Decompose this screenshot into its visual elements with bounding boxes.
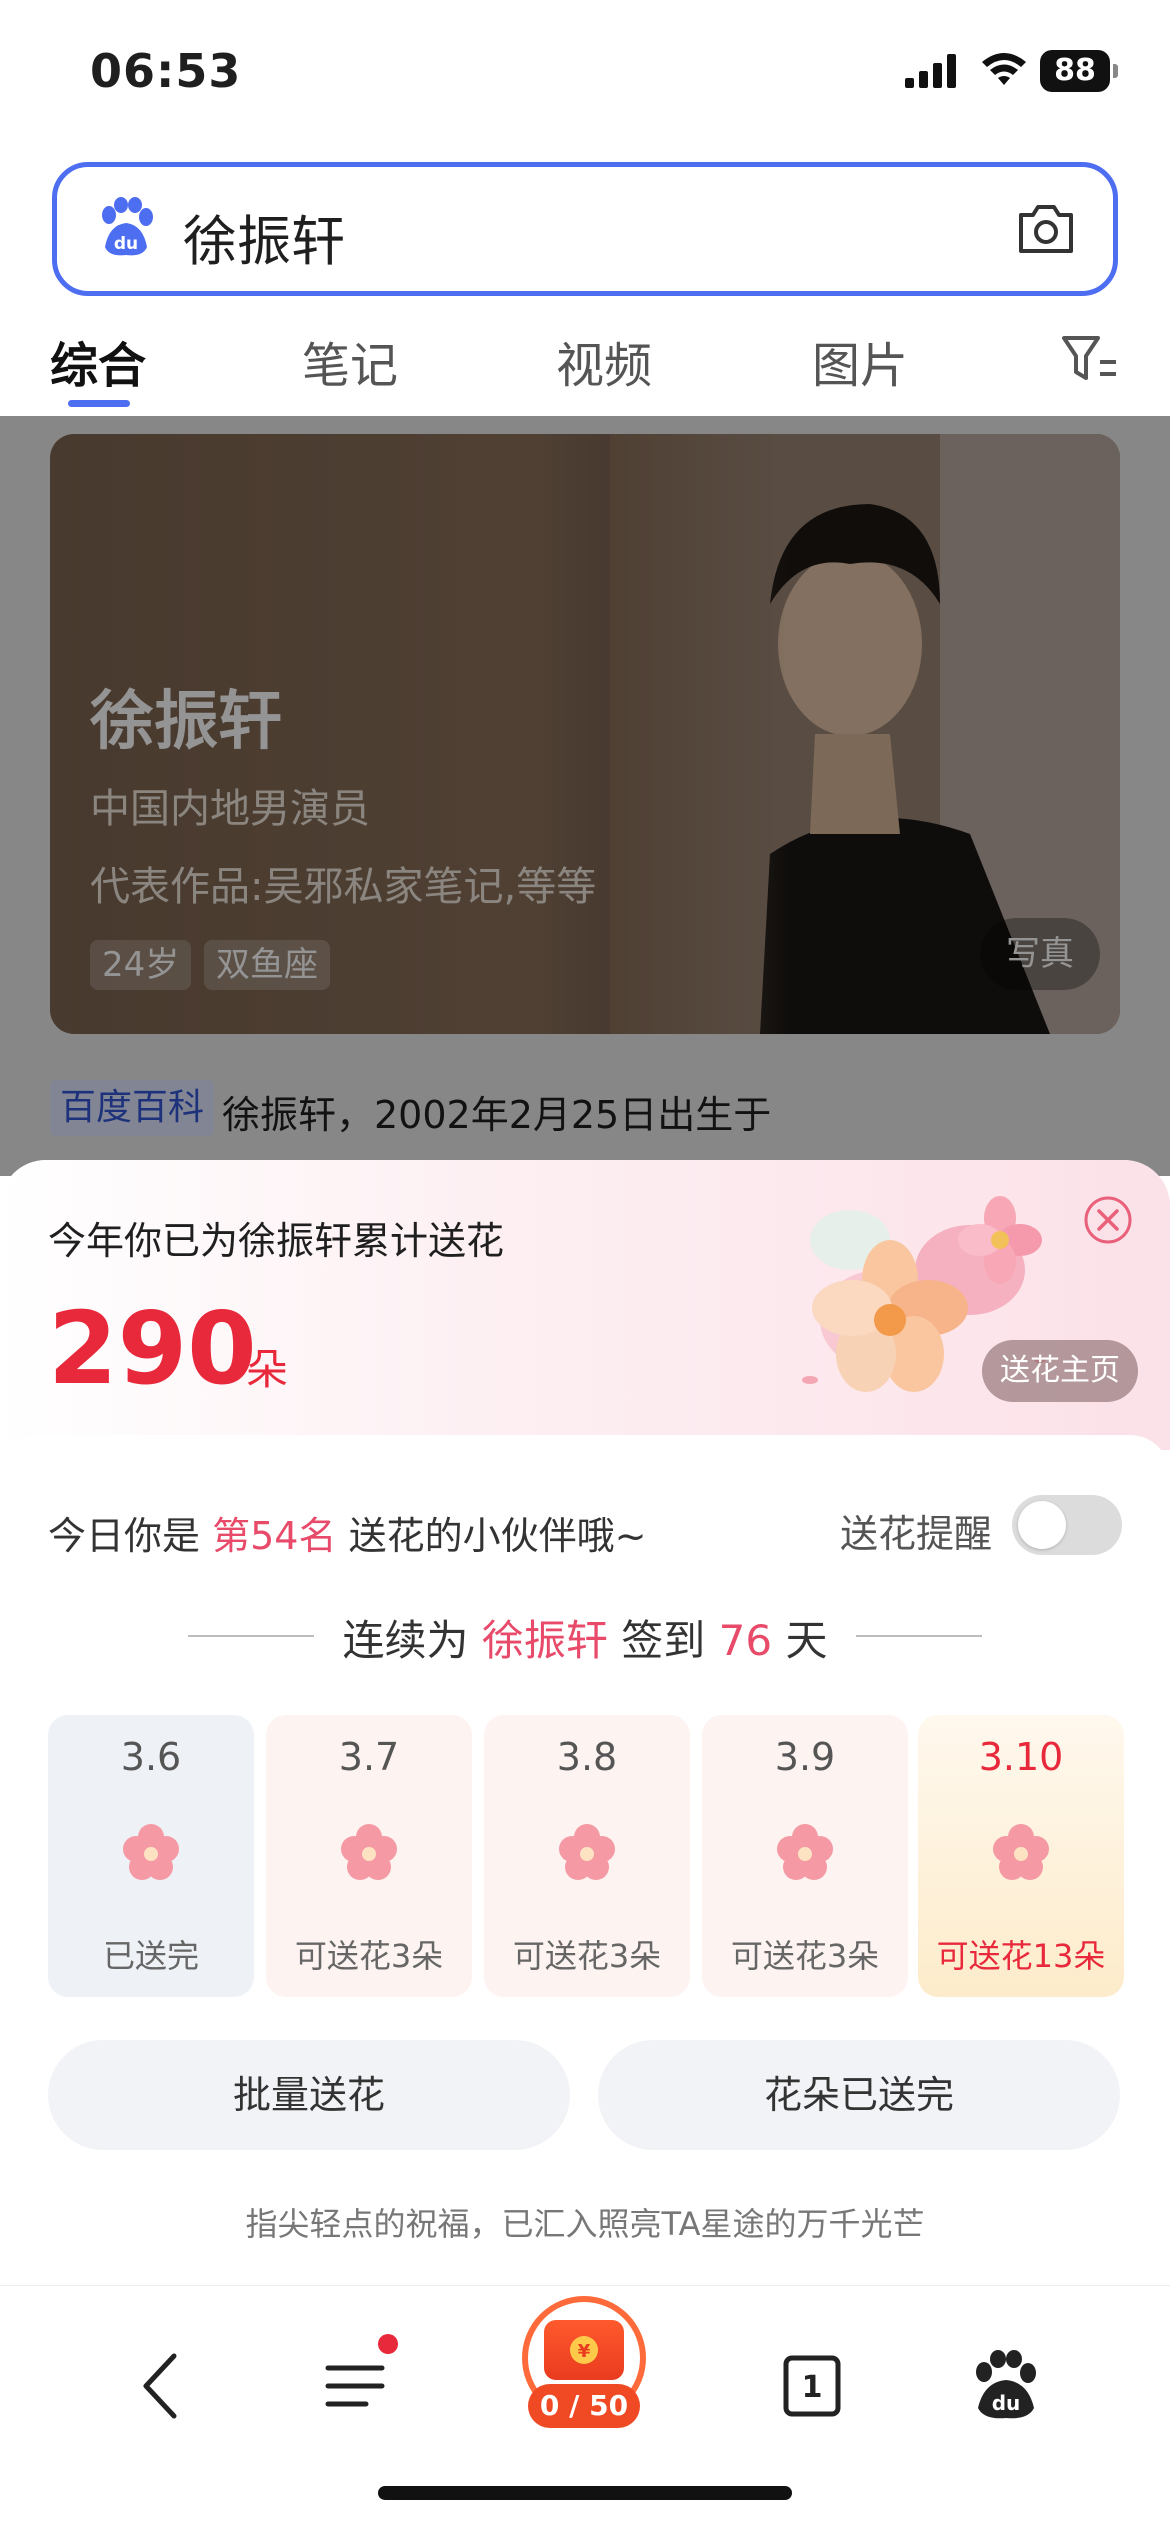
bouquet-illustration [802,1196,1046,1392]
rank-text: 今日你是 第54名 送花的小伙伴哦~ [48,1505,646,1560]
day-date: 3.7 [338,1735,400,1779]
search-tabs: 综合 笔记 视频 图片 [0,308,1170,416]
day-date: 3.9 [774,1735,836,1779]
rank-value: 第54名 [212,1514,337,1558]
sheet-title: 今年你已为徐振轩累计送花 [48,1219,505,1263]
search-bar[interactable]: du 徐振轩 [52,162,1118,296]
status-bar: 06:53 88 [0,0,1170,150]
cellular-signal-icon [905,54,956,88]
day-card-today[interactable]: 3.10 可送花13朵 [918,1715,1124,1997]
baidu-paw-icon: du [102,197,153,256]
tab-all[interactable]: 综合 [50,326,146,396]
day-card[interactable]: 3.7 可送花3朵 [266,1715,472,1997]
day-status: 可送花3朵 [294,1937,444,1975]
menu-icon[interactable] [316,2346,396,2426]
flower-icon [777,1824,833,1880]
day-date: 3.8 [556,1735,618,1779]
back-icon[interactable] [124,2346,204,2426]
svg-text:du: du [992,2391,1021,2415]
tab-images[interactable]: 图片 [812,326,908,396]
day-status: 已送完 [102,1937,199,1975]
tab-count: 1 [802,2370,823,2405]
toggle-knob [1018,1501,1066,1549]
red-packet-progress: 0 / 50 [528,2384,640,2428]
flower-icon [559,1824,615,1880]
day-status: 可送花3朵 [512,1937,662,1975]
day-status: 可送花3朵 [730,1937,880,1975]
svg-text:du: du [114,234,138,254]
flowers-exhausted-button[interactable]: 花朵已送完 [598,2040,1120,2150]
day-date: 3.10 [978,1735,1064,1779]
tabs-count-icon[interactable]: 1 [772,2346,852,2426]
flower-icon [341,1824,397,1880]
modal-overlay[interactable] [0,416,1170,1176]
camera-icon[interactable] [1015,199,1077,259]
flower-count: 290 [48,1290,257,1407]
rank-suffix: 送花的小伙伴哦~ [348,1514,647,1558]
streak-text: 连续为 徐振轩 签到 76 天 [0,1607,1170,1668]
day-status: 可送花13朵 [936,1937,1106,1975]
baidu-home-icon[interactable]: du [966,2346,1046,2426]
reminder-toggle[interactable] [1012,1495,1122,1555]
search-input[interactable]: 徐振轩 [183,197,345,276]
batch-send-button[interactable]: 批量送花 [48,2040,570,2150]
day-card[interactable]: 3.9 可送花3朵 [702,1715,908,1997]
rank-prefix: 今日你是 [48,1514,201,1558]
streak-days: 76 [718,1616,773,1665]
tab-video[interactable]: 视频 [556,326,652,396]
bottom-nav: ¥ 0 / 50 1 du [0,2285,1170,2532]
footer-note: 指尖轻点的祝福，已汇入照亮TA星途的万千光芒 [245,2205,925,2243]
flower-icon [123,1824,179,1880]
yuan-coin-icon: ¥ [570,2336,598,2364]
battery-indicator: 88 [1040,50,1118,92]
notification-dot [378,2334,398,2354]
active-tab-indicator [68,400,130,407]
streak-suffix: 天 [785,1616,828,1665]
tab-notes[interactable]: 笔记 [302,326,398,396]
svg-text:¥: ¥ [578,2341,591,2362]
flower-count-unit: 朵 [246,1345,289,1394]
flower-icon [993,1824,1049,1880]
wifi-icon [982,53,1026,85]
filter-icon[interactable] [1060,330,1118,388]
day-card[interactable]: 3.8 可送花3朵 [484,1715,690,1997]
close-icon[interactable] [1082,1194,1134,1246]
status-time: 06:53 [90,44,242,98]
day-card[interactable]: 3.6 已送完 [48,1715,254,1997]
day-date: 3.6 [120,1735,182,1779]
divider-line [856,1635,982,1637]
streak-mid: 签到 [621,1616,706,1665]
sheet-panel: 今日你是 第54名 送花的小伙伴哦~ 送花提醒 连续为 徐振轩 签到 76 天 … [0,1435,1170,2285]
reminder-label: 送花提醒 [840,1512,993,1556]
flower-homepage-button[interactable]: 送花主页 [982,1340,1138,1402]
red-packet-icon: ¥ [544,2320,624,2380]
flower-sheet: 今年你已为徐振轩累计送花 290 朵 送花主页 今日你是 第54名 送花的小伙伴… [0,1160,1170,2285]
streak-name: 徐振轩 [481,1616,608,1665]
home-indicator [378,2486,792,2500]
streak-prefix: 连续为 [342,1616,469,1665]
